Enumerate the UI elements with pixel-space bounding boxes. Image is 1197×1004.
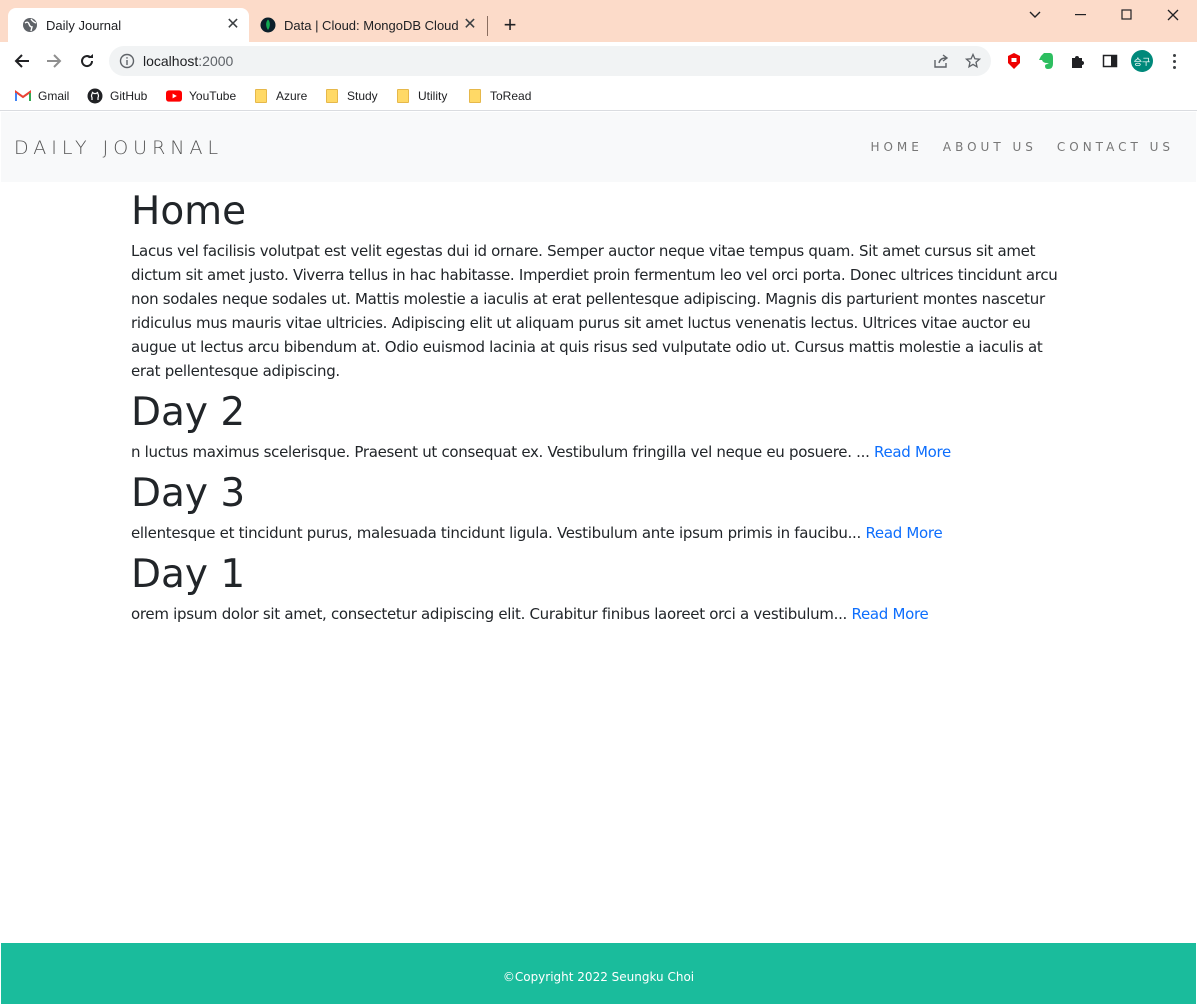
- close-tab-icon[interactable]: ✕: [460, 15, 480, 35]
- post-day-3: Day 3 ellentesque et tincidunt purus, ma…: [131, 467, 1066, 545]
- post-excerpt: orem ipsum dolor sit amet, consectetur a…: [131, 602, 1066, 626]
- address-bar[interactable]: localhost:2000: [109, 46, 991, 76]
- nav-home-link[interactable]: HOME: [870, 140, 922, 154]
- read-more-link[interactable]: Read More: [865, 524, 942, 542]
- minimize-icon[interactable]: [1066, 4, 1096, 26]
- page-title: Home: [131, 189, 247, 234]
- url-host: localhost: [143, 53, 199, 69]
- youtube-icon: [166, 88, 182, 104]
- bookmark-label: YouTube: [189, 89, 237, 103]
- mongodb-leaf-icon: [260, 17, 276, 33]
- bookmark-label: GitHub: [110, 89, 148, 103]
- site-footer: ©Copyright 2022 Seungku Choi: [1, 943, 1196, 1004]
- nav-contact-link[interactable]: CONTACT US: [1057, 140, 1174, 154]
- post-excerpt: n luctus maximus scelerisque. Praesent u…: [131, 440, 1066, 464]
- forward-arrow-icon[interactable]: [41, 48, 67, 74]
- maximize-icon[interactable]: [1112, 4, 1142, 26]
- post-day-2: Day 2 n luctus maximus scelerisque. Prae…: [131, 386, 1066, 464]
- tab-mongodb-cloud[interactable]: Data | Cloud: MongoDB Cloud ✕: [250, 8, 486, 42]
- post-title: Day 1: [131, 552, 246, 597]
- site-nav-links: HOME ABOUT US CONTACT US: [870, 140, 1174, 154]
- tab-title: Daily Journal: [46, 17, 122, 33]
- tab-separator: [487, 16, 488, 36]
- bookmark-label: Utility: [418, 89, 448, 103]
- reload-icon[interactable]: [74, 48, 100, 74]
- home-intro-text: Lacus vel facilisis volutpat est velit e…: [131, 242, 1058, 380]
- main-content: Home Lacus vel facilisis volutpat est ve…: [131, 182, 1066, 626]
- evernote-icon[interactable]: [1036, 51, 1056, 71]
- url-port: :2000: [198, 53, 234, 69]
- post-excerpt: ellentesque et tincidunt purus, malesuad…: [131, 521, 1066, 545]
- post-title: Day 3: [131, 471, 246, 516]
- globe-icon: [22, 17, 38, 33]
- extensions-puzzle-icon[interactable]: [1068, 51, 1088, 71]
- bookmark-gmail[interactable]: Gmail: [15, 86, 69, 106]
- bookmark-github[interactable]: GitHub: [87, 86, 147, 106]
- bookmark-toread[interactable]: ToRead: [467, 86, 531, 106]
- bookmarks-bar: Gmail GitHub YouTube Azure Study Utility…: [0, 80, 1197, 111]
- folder-icon: [253, 88, 269, 104]
- nav-about-link[interactable]: ABOUT US: [943, 140, 1037, 154]
- gmail-icon: [15, 88, 31, 104]
- browser-toolbar: localhost:2000 승구: [0, 42, 1197, 80]
- browser-menu-icon[interactable]: [1166, 51, 1182, 71]
- tab-search-chevron-icon[interactable]: [1020, 4, 1050, 26]
- profile-avatar[interactable]: 승구: [1131, 50, 1153, 72]
- close-window-icon[interactable]: [1158, 4, 1188, 26]
- opera-extension-icon[interactable]: [1004, 51, 1024, 71]
- read-more-link[interactable]: Read More: [852, 605, 929, 623]
- bookmark-label: Azure: [276, 89, 308, 103]
- bookmark-label: ToRead: [490, 89, 532, 103]
- bookmark-label: Gmail: [38, 89, 70, 103]
- bookmark-label: Study: [347, 89, 378, 103]
- copyright-text: ©Copyright 2022 Seungku Choi: [502, 970, 695, 984]
- site-navbar: DAILY JOURNAL HOME ABOUT US CONTACT US: [1, 112, 1196, 182]
- new-tab-icon[interactable]: +: [497, 13, 523, 39]
- folder-icon: [395, 88, 411, 104]
- share-icon[interactable]: [932, 52, 950, 70]
- bookmark-youtube[interactable]: YouTube: [166, 86, 236, 106]
- site-info-icon[interactable]: [119, 53, 135, 69]
- tab-title: Data | Cloud: MongoDB Cloud: [284, 17, 459, 33]
- bookmark-star-icon[interactable]: [964, 52, 982, 70]
- tab-strip: Daily Journal ✕ Data | Cloud: MongoDB Cl…: [0, 0, 1197, 42]
- post-day-1: Day 1 orem ipsum dolor sit amet, consect…: [131, 548, 1066, 626]
- back-arrow-icon[interactable]: [9, 48, 35, 74]
- folder-icon: [467, 88, 483, 104]
- bookmark-study[interactable]: Study: [324, 86, 378, 106]
- post-title: Day 2: [131, 390, 246, 435]
- tab-daily-journal[interactable]: Daily Journal ✕: [8, 8, 249, 42]
- bookmark-utility[interactable]: Utility: [395, 86, 447, 106]
- side-panel-icon[interactable]: [1100, 51, 1120, 71]
- read-more-link[interactable]: Read More: [874, 443, 951, 461]
- folder-icon: [324, 88, 340, 104]
- post-excerpt-text: orem ipsum dolor sit amet, consectetur a…: [131, 605, 848, 623]
- github-icon: [87, 88, 103, 104]
- post-excerpt-text: n luctus maximus scelerisque. Praesent u…: [131, 443, 870, 461]
- url-text: localhost:2000: [143, 53, 233, 69]
- site-brand[interactable]: DAILY JOURNAL: [14, 137, 223, 159]
- close-tab-icon[interactable]: ✕: [223, 15, 243, 35]
- post-excerpt-text: ellentesque et tincidunt purus, malesuad…: [131, 524, 861, 542]
- bookmark-azure[interactable]: Azure: [253, 86, 307, 106]
